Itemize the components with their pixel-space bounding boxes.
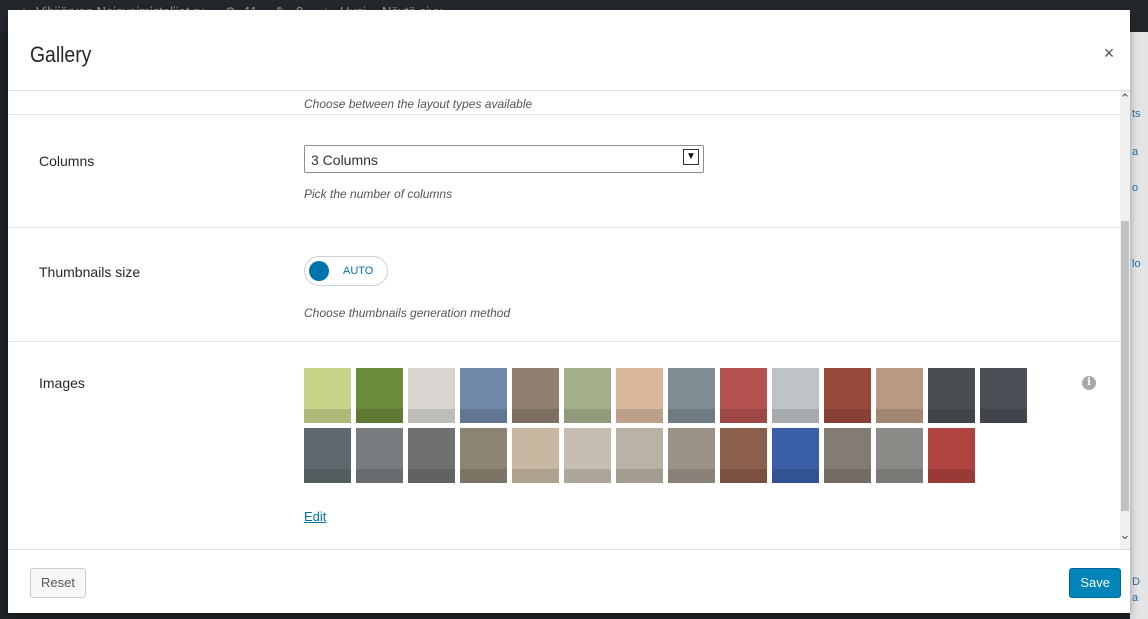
thumbnails-size-row: Thumbnails size AUTO Choose thumbnails g… [8,228,1120,342]
image-thumbnail[interactable] [980,368,1027,423]
thumbnail-shade [772,409,819,423]
background-link: o [1132,182,1139,194]
scroll-down-icon[interactable]: ⌄ [1118,527,1130,543]
background-link: a [1132,146,1139,158]
thumbnails-size-description: Choose thumbnails generation method [304,306,511,320]
image-thumbnail[interactable] [512,368,559,423]
image-thumbnail[interactable] [876,428,923,483]
thumbnail-shade [356,469,403,483]
thumbnail-shade [876,469,923,483]
thumbnail-shade [460,409,507,423]
reset-button[interactable]: Reset [30,568,86,598]
scrollbar[interactable]: ⌃ ⌄ [1120,91,1130,549]
image-thumbnail[interactable] [408,428,455,483]
thumbnail-shade [876,409,923,423]
thumbnail-shade [512,469,559,483]
thumbnail-shade [928,409,975,423]
close-icon[interactable]: × [1100,44,1118,62]
background-link: lo [1132,258,1141,270]
image-thumbnail[interactable] [616,428,663,483]
thumbnail-shade [824,409,871,423]
modal-body[interactable]: Choose between the layout types availabl… [8,91,1120,549]
thumbnails-size-toggle[interactable]: AUTO [304,256,388,286]
thumbnail-shade [304,409,351,423]
modal-header: Gallery × [8,10,1130,91]
thumbnail-shade [512,409,559,423]
images-row: Images i Edit [8,342,1120,549]
modal-title: Gallery [30,42,92,67]
image-thumbnail[interactable] [772,368,819,423]
thumbnail-shade [564,469,611,483]
image-thumbnail[interactable] [356,428,403,483]
scroll-up-icon[interactable]: ⌃ [1118,91,1130,107]
image-thumbnail[interactable] [304,368,351,423]
layout-description: Choose between the layout types availabl… [304,97,533,111]
columns-row: Columns 3 Columns ▼ Pick the number of c… [8,115,1120,228]
image-thumbnail[interactable] [460,428,507,483]
thumbnail-shade [564,409,611,423]
image-thumbnail[interactable] [512,428,559,483]
image-thumbnail[interactable] [460,368,507,423]
image-thumbnail[interactable] [668,428,715,483]
toggle-text: AUTO [343,265,374,277]
layout-row: Choose between the layout types availabl… [8,91,1120,115]
image-thumbnail[interactable] [356,368,403,423]
background-link: a [1132,592,1139,604]
image-thumbnail[interactable] [824,368,871,423]
image-thumbnail[interactable] [720,368,767,423]
thumbnail-shade [824,469,871,483]
image-thumbnail[interactable] [928,368,975,423]
background-link: ts [1132,108,1141,120]
columns-select[interactable]: 3 Columns ▼ [304,145,704,173]
thumbnail-shade [304,469,351,483]
thumbnail-shade [928,469,975,483]
image-thumbnail[interactable] [928,428,975,483]
chevron-down-icon: ▼ [683,149,699,165]
modal-footer: Reset Save [8,549,1130,613]
thumbnail-shade [668,469,715,483]
image-thumbnail[interactable] [824,428,871,483]
edit-images-link[interactable]: Edit [304,509,326,524]
image-thumbnail[interactable] [304,428,351,483]
thumbnail-shade [720,409,767,423]
image-thumbnail[interactable] [772,428,819,483]
thumbnail-shade [460,469,507,483]
image-thumbnail[interactable] [616,368,663,423]
thumbnails-size-label: Thumbnails size [39,264,141,280]
thumbnail-shade [356,409,403,423]
gallery-modal: Gallery × Choose between the layout type… [8,10,1130,613]
thumbnail-shade [668,409,715,423]
columns-description: Pick the number of columns [304,187,453,201]
thumbnail-shade [408,469,455,483]
thumbnail-shade [408,409,455,423]
columns-label: Columns [39,153,95,169]
info-icon[interactable]: i [1082,376,1096,390]
scrollbar-thumb[interactable] [1121,221,1129,511]
thumbnail-shade [772,469,819,483]
image-thumbnail[interactable] [564,428,611,483]
image-thumbnail[interactable] [720,428,767,483]
image-thumbnail[interactable] [668,368,715,423]
thumbnail-shade [980,409,1027,423]
thumbnail-shade [720,469,767,483]
background-page: ts a o lo D a [1130,32,1148,619]
toggle-knob [309,261,329,281]
columns-select-value: 3 Columns [311,152,378,168]
image-thumbnail[interactable] [876,368,923,423]
image-thumbnail[interactable] [564,368,611,423]
thumbnail-shade [616,409,663,423]
save-button[interactable]: Save [1069,568,1121,598]
images-label: Images [39,375,85,391]
background-link: D [1132,576,1140,588]
thumbnail-shade [616,469,663,483]
image-thumbnail[interactable] [408,368,455,423]
